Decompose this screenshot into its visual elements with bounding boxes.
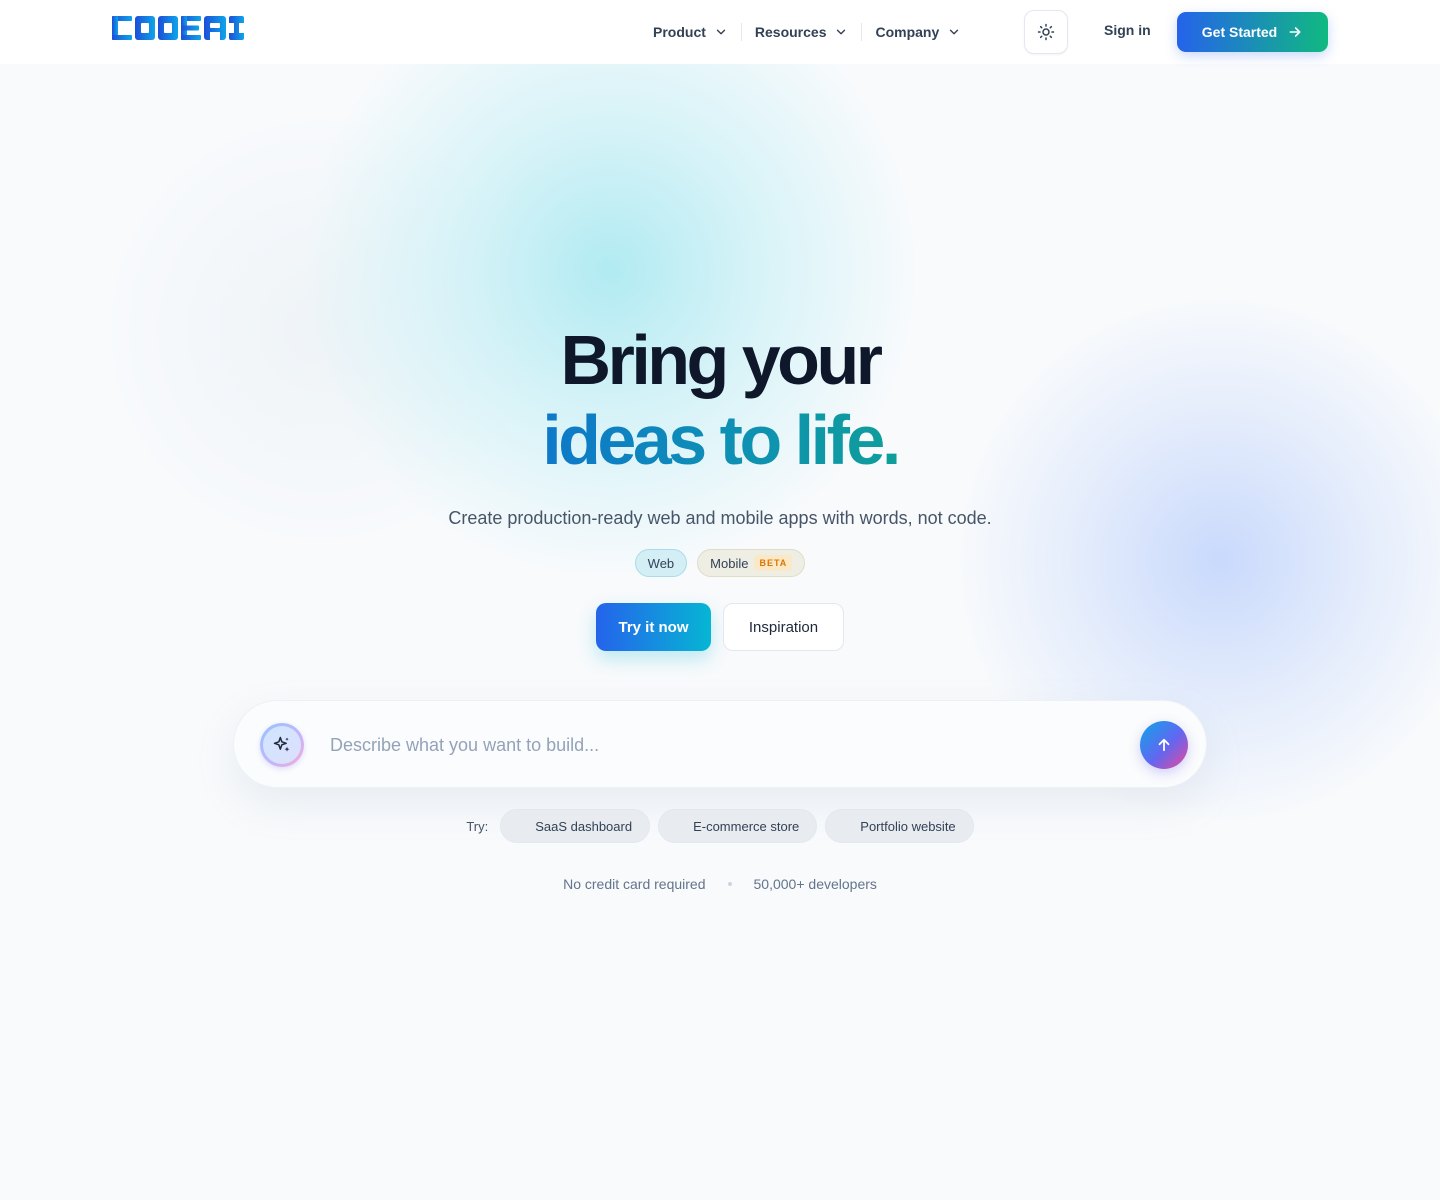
suggestion-row: Try: SaaS dashboard E-commerce store Por…	[0, 809, 1440, 843]
trust-note: No credit card required 50,000+ develope…	[0, 876, 1440, 892]
sparkles-badge	[260, 723, 304, 767]
nav-item-label: Resources	[754, 24, 827, 40]
hero-title-line2: ideas to life.	[0, 400, 1440, 480]
badge-label: Web	[647, 555, 675, 571]
cta-row: Try it now Inspiration	[0, 603, 1440, 651]
main-nav: Product Resources Company	[640, 0, 974, 64]
hero-title-line1: Bring your	[560, 321, 883, 399]
platform-badges: Web Mobile BETA	[0, 549, 1440, 577]
no-credit-card-text: No credit card required	[563, 876, 706, 892]
nav-item-label: Company	[875, 24, 940, 40]
badge-web[interactable]: Web	[634, 549, 688, 577]
inspiration-button[interactable]: Inspiration	[723, 603, 844, 651]
suggestion-chip-portfolio-website[interactable]: Portfolio website	[825, 809, 974, 843]
try-it-now-button[interactable]: Try it now	[596, 603, 711, 651]
send-button[interactable]	[1140, 721, 1188, 769]
theme-toggle-button[interactable]	[1024, 10, 1068, 54]
suggestion-chip-saas-dashboard[interactable]: SaaS dashboard	[500, 809, 651, 843]
sparkles-badge-inner	[263, 726, 301, 764]
separator-dot	[727, 882, 732, 886]
get-started-label: Get Started	[1201, 24, 1278, 40]
badge-label: Mobile	[710, 555, 749, 571]
get-started-button[interactable]: Get Started	[1177, 12, 1328, 52]
background-glow-cyan	[300, 0, 920, 580]
beta-tag: BETA	[754, 555, 793, 571]
arrow-up-icon	[1158, 738, 1170, 752]
chevron-down-icon	[716, 29, 726, 35]
nav-item-label: Product	[653, 24, 706, 40]
nav-item-resources[interactable]: Resources	[742, 22, 862, 42]
developer-count-text: 50,000+ developers	[753, 876, 877, 892]
sun-icon	[1037, 23, 1055, 41]
try-label: Try:	[466, 818, 489, 834]
logo-icon	[112, 16, 244, 40]
chevron-down-icon	[837, 29, 846, 35]
badge-mobile[interactable]: Mobile BETA	[697, 549, 806, 577]
hero-title-gradient-text: ideas to life.	[542, 401, 901, 479]
sparkles-icon	[273, 736, 290, 752]
prompt-input[interactable]	[330, 729, 1110, 761]
arrow-right-icon	[1289, 27, 1301, 37]
nav-item-company[interactable]: Company	[862, 22, 974, 42]
brand-logo[interactable]	[112, 16, 244, 40]
suggestion-chip-ecommerce-store[interactable]: E-commerce store	[658, 809, 818, 843]
hero-subtitle: Create production-ready web and mobile a…	[448, 508, 992, 528]
landing-page: Product Resources Company Sign in Get St…	[0, 0, 1440, 1200]
sign-in-link[interactable]: Sign in	[1104, 22, 1151, 38]
nav-item-product[interactable]: Product	[640, 22, 741, 42]
site-header: Product Resources Company Sign in Get St…	[0, 0, 1440, 64]
chevron-down-icon	[950, 29, 959, 35]
prompt-box	[233, 700, 1207, 788]
